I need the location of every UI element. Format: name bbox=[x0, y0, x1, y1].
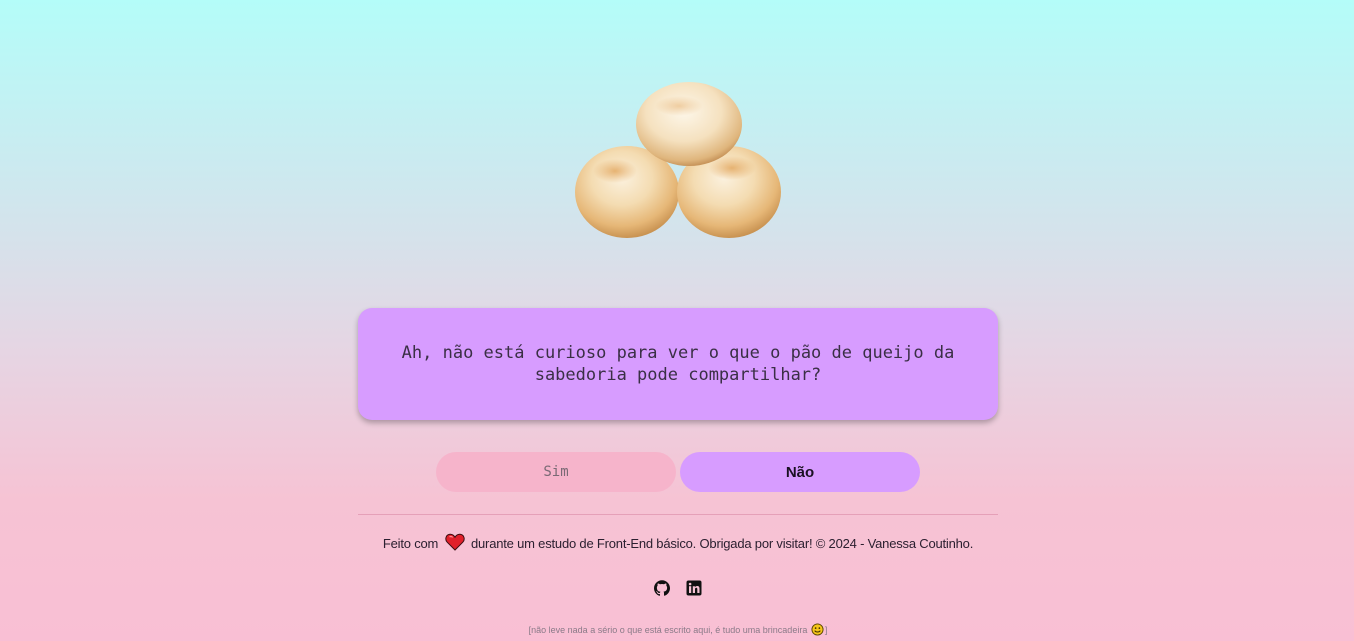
question-text: Ah, não está curioso para ver o que o pã… bbox=[401, 343, 955, 385]
github-icon[interactable] bbox=[654, 580, 670, 596]
question-card: Ah, não está curioso para ver o que o pã… bbox=[358, 308, 998, 420]
disclaimer: [não leve nada a sério o que está escrit… bbox=[358, 623, 998, 636]
footer-divider bbox=[358, 514, 998, 515]
disclaimer-text-after: ] bbox=[824, 625, 828, 635]
yes-button[interactable]: Sim bbox=[436, 452, 676, 492]
no-button[interactable]: Não bbox=[680, 452, 920, 492]
footer-credit: Feito com durante um estudo de Front-End… bbox=[358, 533, 998, 551]
footer-text-after: durante um estudo de Front-End básico. O… bbox=[471, 536, 974, 551]
disclaimer-text-before: [não leve nada a sério o que está escrit… bbox=[528, 625, 808, 635]
pao-de-queijo-image bbox=[575, 82, 781, 238]
linkedin-icon[interactable] bbox=[686, 580, 702, 596]
smile-icon bbox=[811, 623, 824, 636]
footer-text-before: Feito com bbox=[382, 536, 439, 551]
heart-icon bbox=[444, 533, 465, 551]
